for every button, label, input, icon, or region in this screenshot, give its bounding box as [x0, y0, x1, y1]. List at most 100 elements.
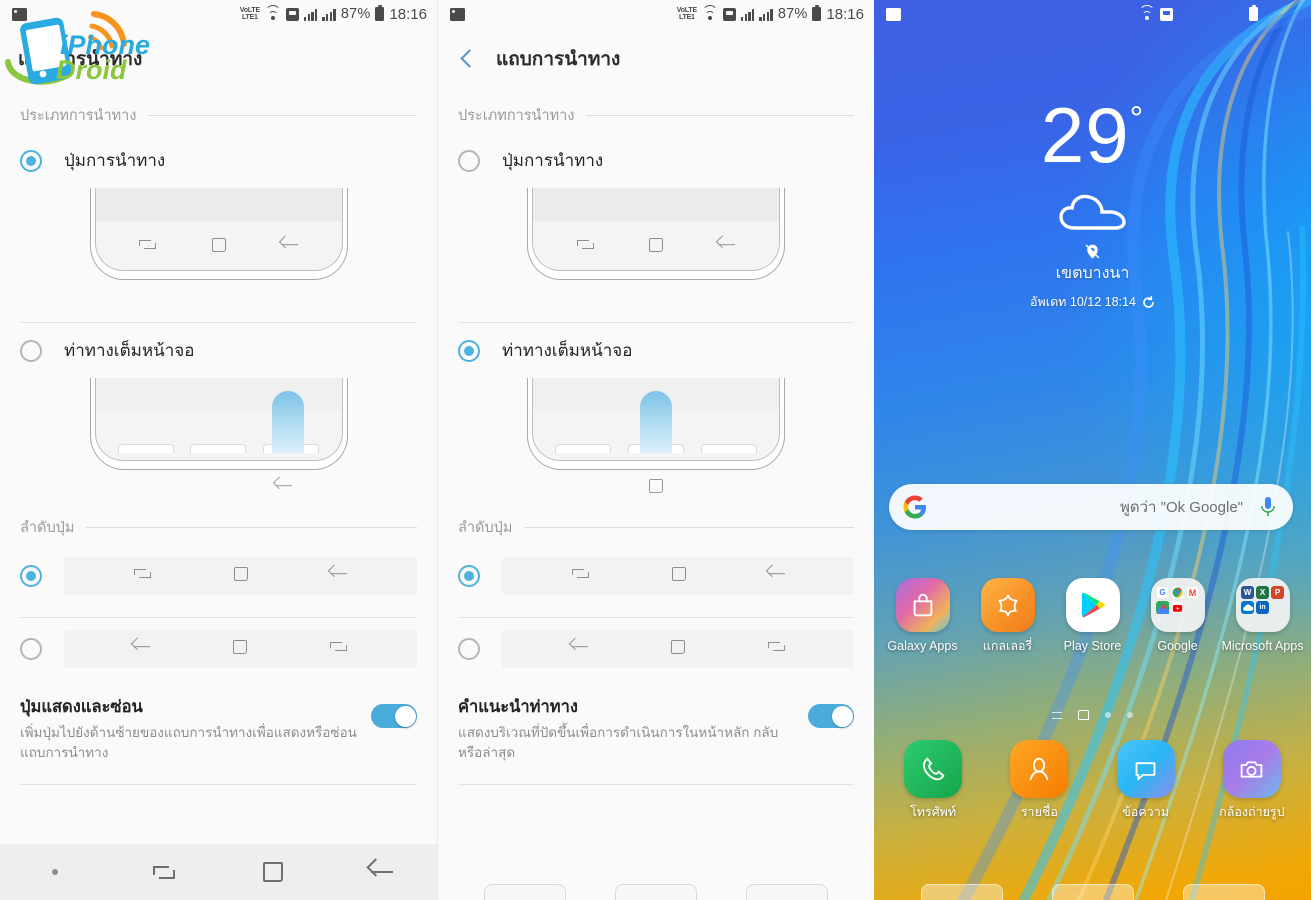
radio-order-1[interactable] — [20, 565, 42, 587]
apps-page-indicator[interactable] — [1052, 711, 1062, 719]
app-label: Play Store — [1063, 639, 1122, 653]
messages-icon[interactable] — [1116, 740, 1175, 798]
recents-icon[interactable] — [109, 864, 218, 881]
cloud-icon — [1058, 192, 1128, 232]
recents-icon — [330, 640, 348, 658]
preview-home-hint — [438, 474, 874, 502]
gesture-hint-recents[interactable] — [484, 884, 567, 900]
gallery-icon[interactable] — [980, 578, 1035, 632]
home-icon — [211, 237, 226, 257]
setting-title: ปุ่มแสดงและซ่อน — [20, 698, 143, 716]
home-page-indicator[interactable] — [1078, 710, 1089, 720]
gesture-hint-back[interactable] — [1182, 884, 1265, 900]
setting-show-hide-button[interactable]: ปุ่มแสดงและซ่อน เพิ่มปุ่มไปยังด้านซ้ายขอ… — [0, 680, 437, 774]
recents-icon — [767, 640, 785, 658]
microphone-icon[interactable] — [1259, 495, 1277, 519]
google-folder-icon[interactable]: G M — [1150, 578, 1205, 632]
back-icon — [572, 640, 588, 659]
dock-app-phone[interactable]: โทรศัพท์ — [892, 740, 974, 821]
option-fullscreen-gestures[interactable]: ท่าทางเต็มหน้าจอ — [0, 323, 437, 368]
volte-icon: VoLTE LTE1 — [239, 7, 260, 21]
home-icon — [233, 566, 248, 586]
panel-navigation-bar-gestures: VoLTE LTE1 87% 18:16 แถบการนำทาง ประเภทก… — [437, 0, 874, 900]
page-indicator-4[interactable] — [1127, 712, 1133, 718]
option-label: ท่าทางเต็มหน้าจอ — [502, 341, 633, 360]
option-fullscreen-gestures[interactable]: ท่าทางเต็มหน้าจอ — [438, 323, 874, 368]
dock-app-messages[interactable]: ข้อความ — [1105, 740, 1187, 821]
show-hide-navbar-button[interactable] — [0, 869, 109, 875]
order-option-1[interactable] — [0, 545, 437, 607]
radio-navigation-buttons[interactable] — [458, 149, 480, 172]
system-navigation-bar[interactable] — [0, 844, 437, 900]
gesture-hint-bars[interactable] — [874, 878, 1311, 900]
page-title: แถบการนำทาง — [496, 49, 621, 70]
app-label: Microsoft Apps — [1221, 639, 1304, 653]
folder-google[interactable]: G M Google — [1137, 578, 1219, 655]
order-option-2[interactable] — [0, 618, 437, 680]
toggle-gesture-hints[interactable] — [808, 704, 854, 728]
order-option-1[interactable] — [438, 545, 874, 607]
gesture-hint-home[interactable] — [614, 884, 697, 900]
dock-app-contacts[interactable]: รายชื่อ — [998, 740, 1080, 821]
apps-row: Galaxy Apps แกลเลอรี่ Play Store G M Goo… — [880, 578, 1305, 655]
galaxy-apps-icon[interactable] — [895, 578, 950, 632]
excel-icon: X — [1256, 586, 1269, 599]
weather-location: เขตบางนา — [1055, 265, 1130, 282]
onedrive-icon — [1241, 601, 1254, 614]
gesture-hint-home[interactable] — [1051, 884, 1134, 900]
microsoft-folder-icon[interactable]: W X P in — [1235, 578, 1290, 632]
app-play-store[interactable]: Play Store — [1052, 578, 1134, 655]
play-store-icon[interactable] — [1065, 578, 1120, 632]
weather-widget[interactable]: 29° เขตบางนา อัพเดท 10/12 18:14 — [874, 96, 1311, 312]
radio-order-2[interactable] — [458, 638, 480, 660]
section-rule — [86, 527, 417, 528]
section-label: ประเภทการนำทาง — [20, 108, 137, 124]
home-icon — [649, 478, 663, 498]
google-search-bar[interactable]: พูดว่า "Ok Google" — [889, 484, 1293, 530]
gesture-hint-bars[interactable] — [438, 878, 874, 900]
app-header: แถบการนำทาง — [438, 28, 874, 90]
youtube-icon — [1171, 601, 1184, 614]
dock-app-camera[interactable]: กล้องถ่ายรูป — [1211, 740, 1293, 821]
radio-fullscreen-gestures[interactable] — [20, 339, 42, 362]
gesture-hint-back[interactable] — [745, 884, 828, 900]
battery-icon — [812, 4, 822, 21]
app-galaxy-apps[interactable]: Galaxy Apps — [882, 578, 964, 655]
dock: โทรศัพท์ รายชื่อ ข้อความ กล้องถ่ายรูป — [880, 740, 1305, 821]
preview-navigation-buttons — [438, 178, 874, 284]
updated-text: อัพเดท 10/12 18:14 — [1030, 295, 1136, 309]
gesture-hint-recents[interactable] — [920, 884, 1003, 900]
phone-icon[interactable] — [904, 740, 963, 798]
preview-back-hint — [0, 474, 437, 502]
app-label: รายชื่อ — [1020, 805, 1058, 819]
volte-icon: VoLTE LTE1 — [676, 7, 697, 21]
signal-icon-1 — [303, 8, 318, 21]
app-label: กล้องถ่ายรูป — [1219, 805, 1285, 819]
divider-3 — [20, 784, 417, 786]
toggle-show-hide-button[interactable] — [371, 704, 417, 728]
radio-order-2[interactable] — [20, 638, 42, 660]
order-option-2[interactable] — [438, 618, 874, 680]
back-chevron-icon[interactable] — [456, 48, 478, 70]
back-icon — [769, 567, 785, 586]
google-logo-icon — [903, 495, 927, 519]
option-navigation-buttons[interactable]: ปุ่มการนำทาง — [438, 133, 874, 178]
app-gallery[interactable]: แกลเลอรี่ — [967, 578, 1049, 655]
radio-navigation-buttons[interactable] — [20, 149, 42, 172]
page-indicator-3[interactable] — [1105, 712, 1111, 718]
back-icon[interactable] — [328, 863, 437, 881]
setting-gesture-hints[interactable]: คำแนะนำท่าทาง แสดงบริเวณที่ปัดขึ้นเพื่อก… — [438, 680, 874, 774]
camera-icon[interactable] — [1222, 740, 1281, 798]
home-icon[interactable] — [219, 862, 328, 882]
signal-icon-1 — [740, 8, 755, 21]
contacts-icon[interactable] — [1010, 740, 1069, 798]
order-preview-1 — [502, 557, 854, 595]
google-app-icon: G — [1156, 586, 1169, 599]
folder-microsoft-apps[interactable]: W X P in Microsoft Apps — [1222, 578, 1304, 655]
refresh-icon[interactable] — [1142, 295, 1155, 309]
option-navigation-buttons[interactable]: ปุ่มการนำทาง — [0, 133, 437, 178]
section-rule — [524, 527, 854, 528]
radio-order-1[interactable] — [458, 565, 480, 587]
panel-home-screen: VoLTE LTE1 87% 18:16 29° — [874, 0, 1311, 900]
radio-fullscreen-gestures[interactable] — [458, 339, 480, 362]
